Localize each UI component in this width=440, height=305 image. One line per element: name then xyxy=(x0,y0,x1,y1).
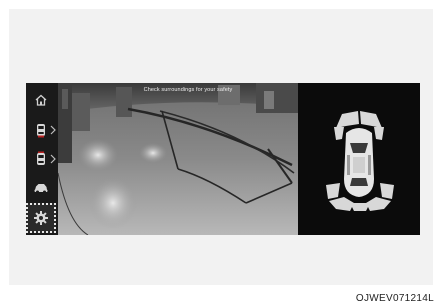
sensor-front-left xyxy=(336,111,359,128)
sensor-rear-left xyxy=(329,197,354,211)
car-front-icon xyxy=(37,151,45,165)
rear-camera-view: Check surroundings for your safety xyxy=(58,83,298,235)
sidebar-item-settings[interactable] xyxy=(26,203,56,233)
home-icon xyxy=(35,94,47,106)
figure-code: OJWEV071214L xyxy=(355,293,434,304)
gear-icon xyxy=(34,211,48,225)
car-top-icon xyxy=(344,128,374,197)
chevron-right-icon xyxy=(50,154,56,164)
sensor-rear-right xyxy=(366,197,391,211)
car-rear-icon xyxy=(37,124,45,138)
chevron-right-icon xyxy=(50,125,56,135)
sidebar xyxy=(26,83,58,235)
sidebar-item-side-view[interactable] xyxy=(28,175,54,201)
sensor-front-right xyxy=(360,111,382,128)
parking-garage-image xyxy=(58,83,298,235)
parking-sensor-diagram xyxy=(326,111,394,211)
surround-top-view xyxy=(298,83,420,235)
car-side-icon xyxy=(34,184,48,194)
safety-warning-text: Check surroundings for your safety xyxy=(143,87,233,93)
sidebar-item-home[interactable] xyxy=(28,87,54,113)
infotainment-screen: Check surroundings for your safety xyxy=(26,83,420,235)
